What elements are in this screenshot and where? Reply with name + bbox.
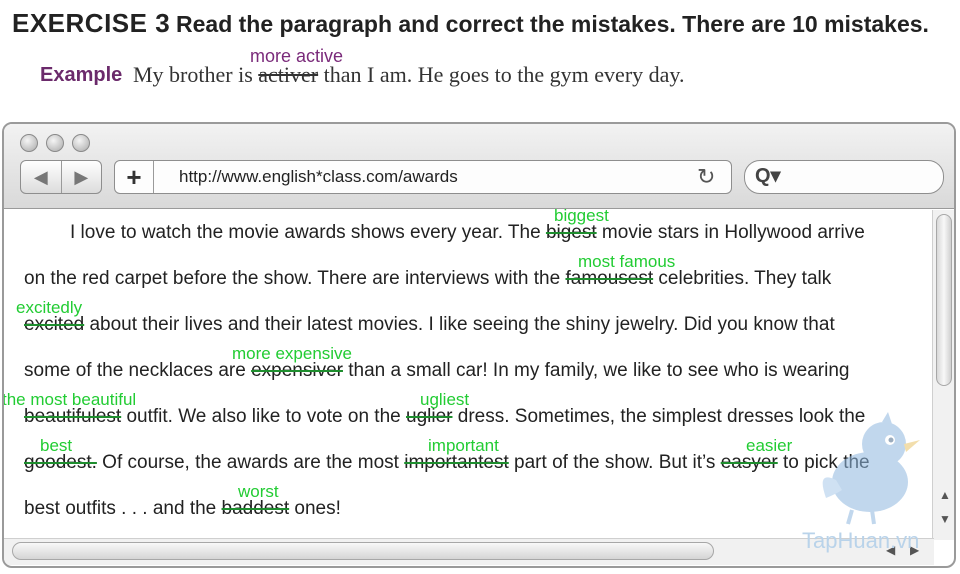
correction-6: ugliest	[420, 390, 470, 409]
forward-arrow-icon[interactable]: ▶	[60, 161, 102, 193]
browser-toolbar: ◀ ▶ + http://www.english*class.com/award…	[4, 124, 954, 209]
correction-3: excitedly	[16, 298, 83, 317]
text-segment: some of the necklaces are	[24, 360, 252, 381]
horizontal-scrollbar[interactable]: ◀ ▶	[4, 538, 934, 565]
paragraph-line-1: I love to watch the movie awards shows e…	[70, 222, 865, 244]
url-text[interactable]: http://www.english*class.com/awards	[179, 167, 458, 187]
nav-buttons: ◀ ▶	[20, 160, 102, 194]
example-wrong-word: activer	[258, 62, 319, 87]
paragraph-line-3: excited about their lives and their late…	[24, 314, 835, 336]
correction-5: the most beautiful	[2, 390, 137, 409]
window-close-dot-icon[interactable]	[20, 134, 38, 152]
example-sentence: My brother is activer than I am. He goes…	[133, 62, 684, 88]
bird-logo-icon	[822, 412, 920, 525]
paragraph-line-7: best outfits . . . and the baddest ones!	[24, 498, 341, 520]
text-segment: on the red carpet before the show. There…	[24, 268, 566, 289]
address-bar[interactable]: + http://www.english*class.com/awards ↻	[114, 160, 732, 194]
scroll-up-arrow-icon[interactable]: ▲	[939, 488, 951, 502]
text-segment: about their lives and their latest movie…	[84, 314, 835, 335]
correction-2: most famous	[578, 252, 676, 271]
exercise-instruction: Read the paragraph and correct the mista…	[176, 11, 929, 37]
text-segment: best outfits . . . and the	[24, 498, 222, 519]
example-before: My brother is	[133, 62, 259, 87]
back-arrow-icon[interactable]: ◀	[21, 161, 61, 193]
exercise-title: EXERCISE 3	[12, 8, 171, 38]
vertical-scrollbar[interactable]: ▲ ▼	[932, 210, 954, 540]
paragraph-line-4: some of the necklaces are expensiver tha…	[24, 360, 849, 382]
correction-4: more expensive	[232, 344, 353, 363]
vertical-scroll-thumb[interactable]	[936, 214, 952, 386]
search-box[interactable]: Q▾	[744, 160, 944, 194]
text-segment: part of the show. But it’s	[508, 452, 721, 473]
scroll-down-arrow-icon[interactable]: ▼	[939, 512, 951, 526]
text-segment: outfit. We also like to vote on the	[121, 406, 406, 427]
paragraph-line-2: on the red carpet before the show. There…	[24, 268, 831, 290]
text-segment: ones!	[289, 498, 341, 519]
text-segment: celebrities. They talk	[653, 268, 832, 289]
window-minimize-dot-icon[interactable]	[46, 134, 64, 152]
reload-icon[interactable]: ↻	[697, 164, 715, 190]
text-segment: dress. Sometimes, the simplest dresses l…	[452, 406, 866, 427]
text-segment: Of course, the awards are the most	[96, 452, 405, 473]
example-after: than I am. He goes to the gym every day.	[318, 62, 685, 87]
plus-icon[interactable]: +	[115, 161, 154, 193]
correction-1: biggest	[554, 206, 609, 225]
watermark-text: TapHuan.vn	[802, 528, 920, 553]
example-label: Example	[40, 64, 123, 86]
window-zoom-dot-icon[interactable]	[72, 134, 90, 152]
horizontal-scroll-thumb[interactable]	[12, 542, 714, 560]
correction-8: important	[428, 436, 499, 455]
text-segment: movie stars in Hollywood arrive	[596, 222, 865, 243]
text-segment: I love to watch the movie awards shows e…	[70, 222, 546, 243]
correction-9: easier	[746, 436, 793, 455]
correction-10: worst	[238, 482, 279, 501]
search-icon[interactable]: Q▾	[755, 163, 781, 188]
text-segment: than a small car! In my family, we like …	[342, 360, 850, 381]
correction-7: best	[40, 436, 73, 455]
